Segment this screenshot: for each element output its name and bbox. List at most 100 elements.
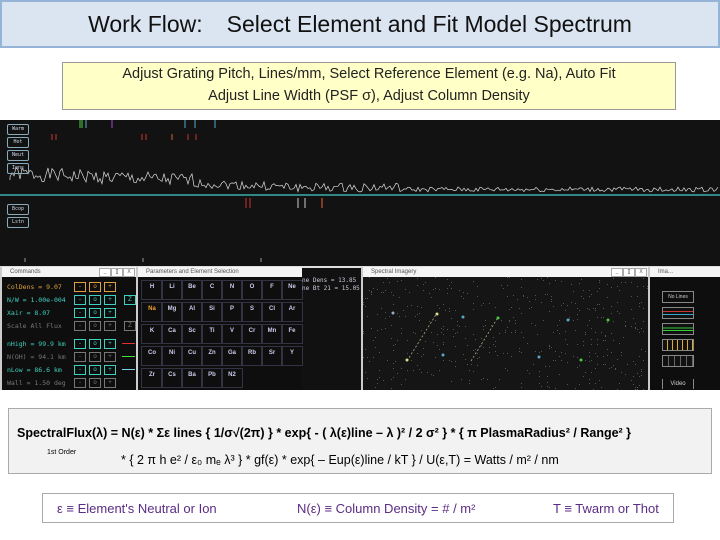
element-button-ne[interactable]: Ne	[281, 280, 303, 300]
panel-title: Spectral Imagery	[371, 269, 417, 275]
command-reset-button[interactable]: o	[89, 339, 101, 349]
element-button-si[interactable]: Si	[201, 302, 223, 322]
noise-pixel	[395, 344, 396, 345]
noise-pixel	[431, 297, 432, 298]
command-reset-button[interactable]: o	[89, 352, 101, 362]
element-button-al[interactable]: Al	[181, 302, 203, 322]
element-button-cl[interactable]: Cl	[261, 302, 283, 322]
element-button-ba[interactable]: Ba	[181, 368, 203, 388]
command-decrease-button[interactable]: -	[74, 321, 86, 331]
element-button-v[interactable]: V	[221, 324, 243, 344]
spectrum-button-hot[interactable]: Hot	[7, 137, 29, 148]
element-button-p[interactable]: P	[221, 302, 243, 322]
zero-button[interactable]: Z	[124, 321, 136, 331]
element-button-ti[interactable]: Ti	[201, 324, 223, 344]
element-button-be[interactable]: Be	[181, 280, 203, 300]
spectrum-button-bcop[interactable]: Bcop	[7, 204, 29, 215]
line-style-button[interactable]	[662, 339, 694, 351]
command-decrease-button[interactable]: -	[74, 339, 86, 349]
noise-pixel	[461, 379, 462, 380]
element-button-s[interactable]: S	[241, 302, 263, 322]
command-increase-button[interactable]: +	[104, 295, 116, 305]
noise-pixel	[595, 353, 596, 354]
no-lines-button[interactable]: No Lines	[662, 291, 694, 303]
command-decrease-button[interactable]: -	[74, 352, 86, 362]
spectrum-plot[interactable]: 500550600 Warm Hot Neut Ions Bcop Lstn	[0, 120, 720, 268]
element-button-ar[interactable]: Ar	[281, 302, 303, 322]
command-decrease-button[interactable]: -	[74, 295, 86, 305]
noise-pixel	[455, 346, 456, 347]
noise-pixel	[529, 373, 530, 374]
command-decrease-button[interactable]: -	[74, 365, 86, 375]
command-increase-button[interactable]: +	[104, 282, 116, 292]
maximize-button[interactable]: []	[111, 268, 123, 277]
noise-pixel	[465, 338, 466, 339]
command-reset-button[interactable]: o	[89, 321, 101, 331]
element-button-ga[interactable]: Ga	[221, 346, 243, 366]
element-button-sc[interactable]: Sc	[181, 324, 203, 344]
element-button-ca[interactable]: Ca	[161, 324, 183, 344]
noise-pixel	[563, 303, 564, 304]
line-style-button[interactable]	[662, 355, 694, 367]
element-button-y[interactable]: Y	[281, 346, 303, 366]
maximize-button[interactable]: []	[623, 268, 635, 277]
element-button-fe[interactable]: Fe	[281, 324, 303, 344]
command-increase-button[interactable]: +	[104, 339, 116, 349]
element-button-mn[interactable]: Mn	[261, 324, 283, 344]
noise-pixel	[393, 377, 394, 378]
element-button-cr[interactable]: Cr	[241, 324, 263, 344]
command-decrease-button[interactable]: -	[74, 378, 86, 388]
element-button-cs[interactable]: Cs	[161, 368, 183, 388]
spectrum-button-lstn[interactable]: Lstn	[7, 217, 29, 228]
noise-pixel	[473, 334, 474, 335]
element-button-co[interactable]: Co	[141, 346, 163, 366]
command-reset-button[interactable]: o	[89, 378, 101, 388]
element-button-n2[interactable]: N2	[221, 368, 243, 388]
command-reset-button[interactable]: o	[89, 282, 101, 292]
element-button-mg[interactable]: Mg	[161, 302, 183, 322]
element-button-f[interactable]: F	[261, 280, 283, 300]
element-button-o[interactable]: O	[241, 280, 263, 300]
command-increase-button[interactable]: +	[104, 378, 116, 388]
element-button-n[interactable]: N	[221, 280, 243, 300]
element-button-na[interactable]: Na	[141, 302, 163, 322]
element-button-rb[interactable]: Rb	[241, 346, 263, 366]
element-button-h[interactable]: H	[141, 280, 163, 300]
command-increase-button[interactable]: +	[104, 352, 116, 362]
line-style-button[interactable]	[662, 307, 694, 319]
element-button-c[interactable]: C	[201, 280, 223, 300]
command-reset-button[interactable]: o	[89, 295, 101, 305]
element-button-sr[interactable]: Sr	[261, 346, 283, 366]
command-reset-button[interactable]: o	[89, 308, 101, 318]
minimize-button[interactable]: _	[611, 268, 623, 277]
close-button[interactable]: X	[635, 268, 647, 277]
close-button[interactable]: X	[123, 268, 135, 277]
noise-pixel	[367, 298, 368, 299]
video-button[interactable]: Video	[662, 379, 694, 389]
noise-pixel	[517, 299, 518, 300]
minimize-button[interactable]: _	[99, 268, 111, 277]
zero-button[interactable]: Z	[124, 295, 136, 305]
spectrum-button-warm[interactable]: Warm	[7, 124, 29, 135]
command-decrease-button[interactable]: -	[74, 308, 86, 318]
spectrum-button-ions[interactable]: Ions	[7, 163, 29, 174]
element-button-li[interactable]: Li	[161, 280, 183, 300]
element-button-k[interactable]: K	[141, 324, 163, 344]
element-button-ni[interactable]: Ni	[161, 346, 183, 366]
noise-pixel	[393, 345, 394, 346]
command-decrease-button[interactable]: -	[74, 282, 86, 292]
emission-spot	[496, 316, 500, 320]
command-increase-button[interactable]: +	[104, 365, 116, 375]
line-style-button[interactable]	[662, 323, 694, 335]
element-button-zn[interactable]: Zn	[201, 346, 223, 366]
element-button-pb[interactable]: Pb	[201, 368, 223, 388]
noise-pixel	[437, 305, 438, 306]
command-increase-button[interactable]: +	[104, 308, 116, 318]
element-button-zr[interactable]: Zr	[141, 368, 163, 388]
command-increase-button[interactable]: +	[104, 321, 116, 331]
element-button-cu[interactable]: Cu	[181, 346, 203, 366]
command-reset-button[interactable]: o	[89, 365, 101, 375]
noise-pixel	[527, 343, 528, 344]
spectrum-button-neut[interactable]: Neut	[7, 150, 29, 161]
noise-pixel	[559, 374, 560, 375]
